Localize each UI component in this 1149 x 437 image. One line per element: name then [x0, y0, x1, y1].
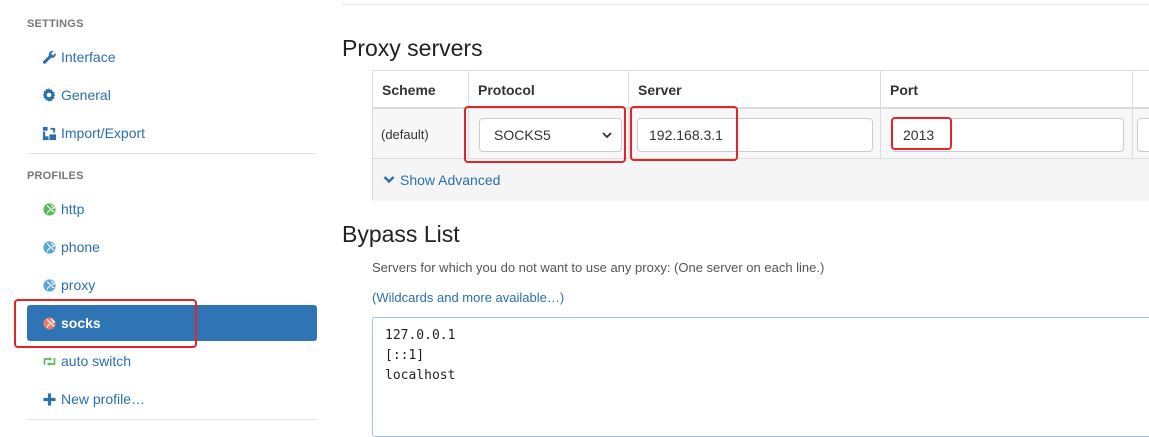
bypass-description: Servers for which you do not want to use… [372, 260, 825, 275]
table-footer: Show Advanced [373, 159, 1149, 201]
column-divider [628, 71, 629, 159]
wildcards-link[interactable]: (Wildcards and more available…) [372, 290, 564, 305]
sidebar-item-import-export[interactable]: Import/Export [27, 115, 317, 151]
column-header-port: Port [890, 82, 918, 98]
wrench-icon [41, 49, 57, 65]
sitemap-icon [41, 125, 57, 141]
proxy-servers-title: Proxy servers [342, 35, 483, 61]
globe-icon [41, 277, 57, 293]
sidebar-item-http[interactable]: http [27, 191, 317, 227]
sidebar-item-proxy[interactable]: proxy [27, 267, 317, 303]
globe-icon [41, 201, 57, 217]
sidebar-item-auto-switch[interactable]: auto switch [27, 343, 317, 379]
sidebar-item-label: General [61, 87, 111, 103]
globe-icon [41, 239, 57, 255]
sidebar-item-label: auto switch [61, 353, 132, 369]
sidebar-divider [27, 419, 317, 420]
gear-icon [41, 87, 57, 103]
column-header-scheme: Scheme [382, 82, 436, 98]
sidebar-item-phone[interactable]: phone [27, 229, 317, 265]
bypass-list-textarea[interactable]: 127.0.0.1 [::1] localhost [372, 317, 1149, 437]
profiles-header: PROFILES [27, 170, 84, 182]
bypass-line: [::1] [385, 348, 425, 363]
sidebar-item-label: http [61, 201, 85, 217]
bypass-line: 127.0.0.1 [385, 328, 456, 343]
chevron-down-icon [383, 176, 395, 184]
column-header-server: Server [638, 82, 682, 98]
plus-icon [41, 391, 57, 407]
annotation-box-port [891, 117, 952, 150]
sidebar: SETTINGS Interface General Import/Export… [0, 0, 330, 423]
annotation-box-protocol [464, 106, 626, 163]
table-header-row: Scheme Protocol Server Port [373, 71, 1149, 109]
sidebar-item-label: Interface [61, 49, 116, 65]
retweet-icon [41, 353, 57, 369]
auth-button[interactable] [1137, 118, 1149, 152]
main-content: Proxy servers Scheme Protocol Server Por… [342, 0, 1149, 437]
column-divider [1132, 71, 1133, 159]
bypass-line: localhost [385, 368, 456, 383]
show-advanced-label: Show Advanced [400, 172, 501, 188]
sidebar-item-label: phone [61, 239, 100, 255]
column-header-protocol: Protocol [478, 82, 535, 98]
scheme-cell: (default) [381, 127, 429, 142]
sidebar-item-new-profile[interactable]: New profile… [27, 381, 317, 417]
sidebar-item-interface[interactable]: Interface [27, 39, 317, 75]
bypass-list-title: Bypass List [342, 221, 460, 247]
sidebar-item-label: proxy [61, 277, 96, 293]
sidebar-item-general[interactable]: General [27, 77, 317, 113]
sidebar-item-label: New profile… [61, 391, 146, 407]
show-advanced-link[interactable]: Show Advanced [383, 172, 500, 188]
sidebar-item-label: Import/Export [61, 125, 146, 141]
top-divider [342, 4, 1149, 5]
column-divider [880, 71, 881, 159]
settings-header: SETTINGS [27, 18, 84, 30]
annotation-box-socks [14, 299, 197, 348]
sidebar-divider [27, 153, 317, 154]
annotation-box-server [630, 106, 738, 161]
